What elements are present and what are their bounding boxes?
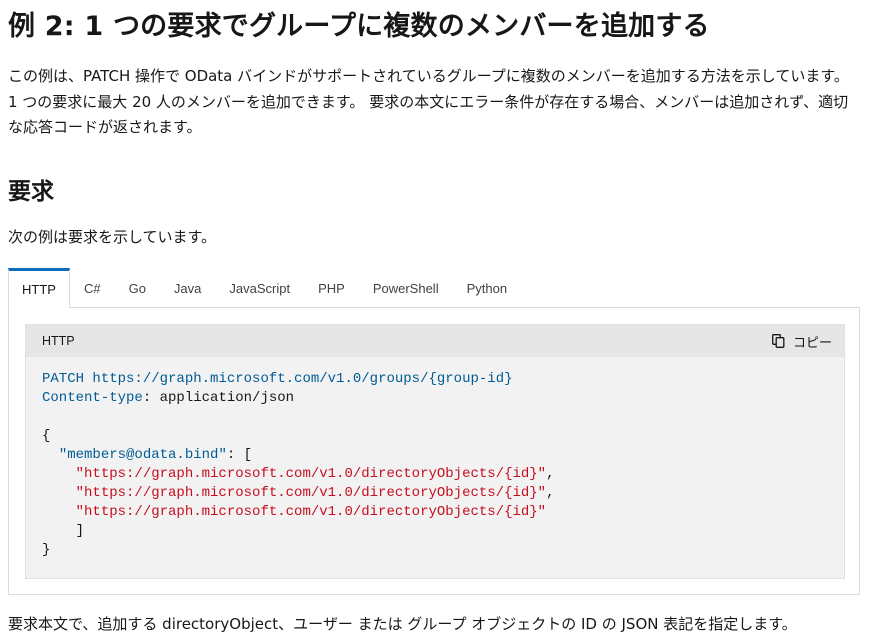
code-header-name: Content-type	[42, 390, 143, 406]
code-block: HTTP コピー PATCH https://graph.microsoft.c…	[25, 324, 845, 579]
code-header: HTTP コピー	[26, 325, 844, 357]
code-method: PATCH	[42, 371, 85, 387]
tab-panel-http: HTTP コピー PATCH https://graph.microsoft.c…	[8, 307, 860, 595]
code-header-value: : application/json	[142, 390, 295, 406]
code-string-item: "https://graph.microsoft.com/v1.0/direct…	[75, 504, 547, 520]
request-description: 次の例は要求を示しています。	[8, 228, 217, 246]
request-body-description: 要求本文で、追加する directoryObject、ユーザー または グループ…	[8, 615, 797, 633]
copy-button[interactable]: コピー	[772, 329, 832, 353]
tab-java[interactable]: Java	[160, 268, 215, 308]
code-property-sep: : [	[226, 447, 253, 463]
tab-csharp[interactable]: C#	[70, 268, 115, 308]
tab-javascript[interactable]: JavaScript	[215, 268, 304, 308]
code-close-brace: }	[42, 542, 51, 558]
code-property-key: "members@odata.bind"	[58, 447, 227, 463]
tab-go[interactable]: Go	[115, 268, 160, 308]
example-description: この例は、PATCH 操作で OData バインドがサポートされているグループに…	[8, 67, 849, 136]
tab-powershell[interactable]: PowerShell	[359, 268, 453, 308]
code-comma: ,	[546, 466, 555, 482]
example-heading: 例 2: 1 つの要求でグループに複数のメンバーを追加する	[8, 11, 710, 42]
tab-http[interactable]: HTTP	[8, 268, 70, 308]
language-tabs: HTTP C# Go Java JavaScript PHP PowerShel…	[8, 268, 521, 308]
tab-php[interactable]: PHP	[304, 268, 359, 308]
code-language-label: HTTP	[42, 334, 75, 348]
code-content[interactable]: PATCH https://graph.microsoft.com/v1.0/g…	[42, 370, 555, 560]
copy-icon	[772, 334, 785, 348]
code-url: https://graph.microsoft.com/v1.0/groups/…	[92, 371, 513, 387]
code-string-item: "https://graph.microsoft.com/v1.0/direct…	[75, 485, 547, 501]
code-open-brace: {	[42, 428, 51, 444]
code-comma: ,	[546, 485, 555, 501]
copy-label: コピー	[792, 335, 832, 351]
request-heading: 要求	[8, 179, 54, 205]
language-tabset: HTTP C# Go Java JavaScript PHP PowerShel…	[8, 268, 860, 596]
tab-python[interactable]: Python	[453, 268, 521, 308]
code-string-item: "https://graph.microsoft.com/v1.0/direct…	[75, 466, 547, 482]
code-close-bracket: ]	[75, 523, 85, 539]
